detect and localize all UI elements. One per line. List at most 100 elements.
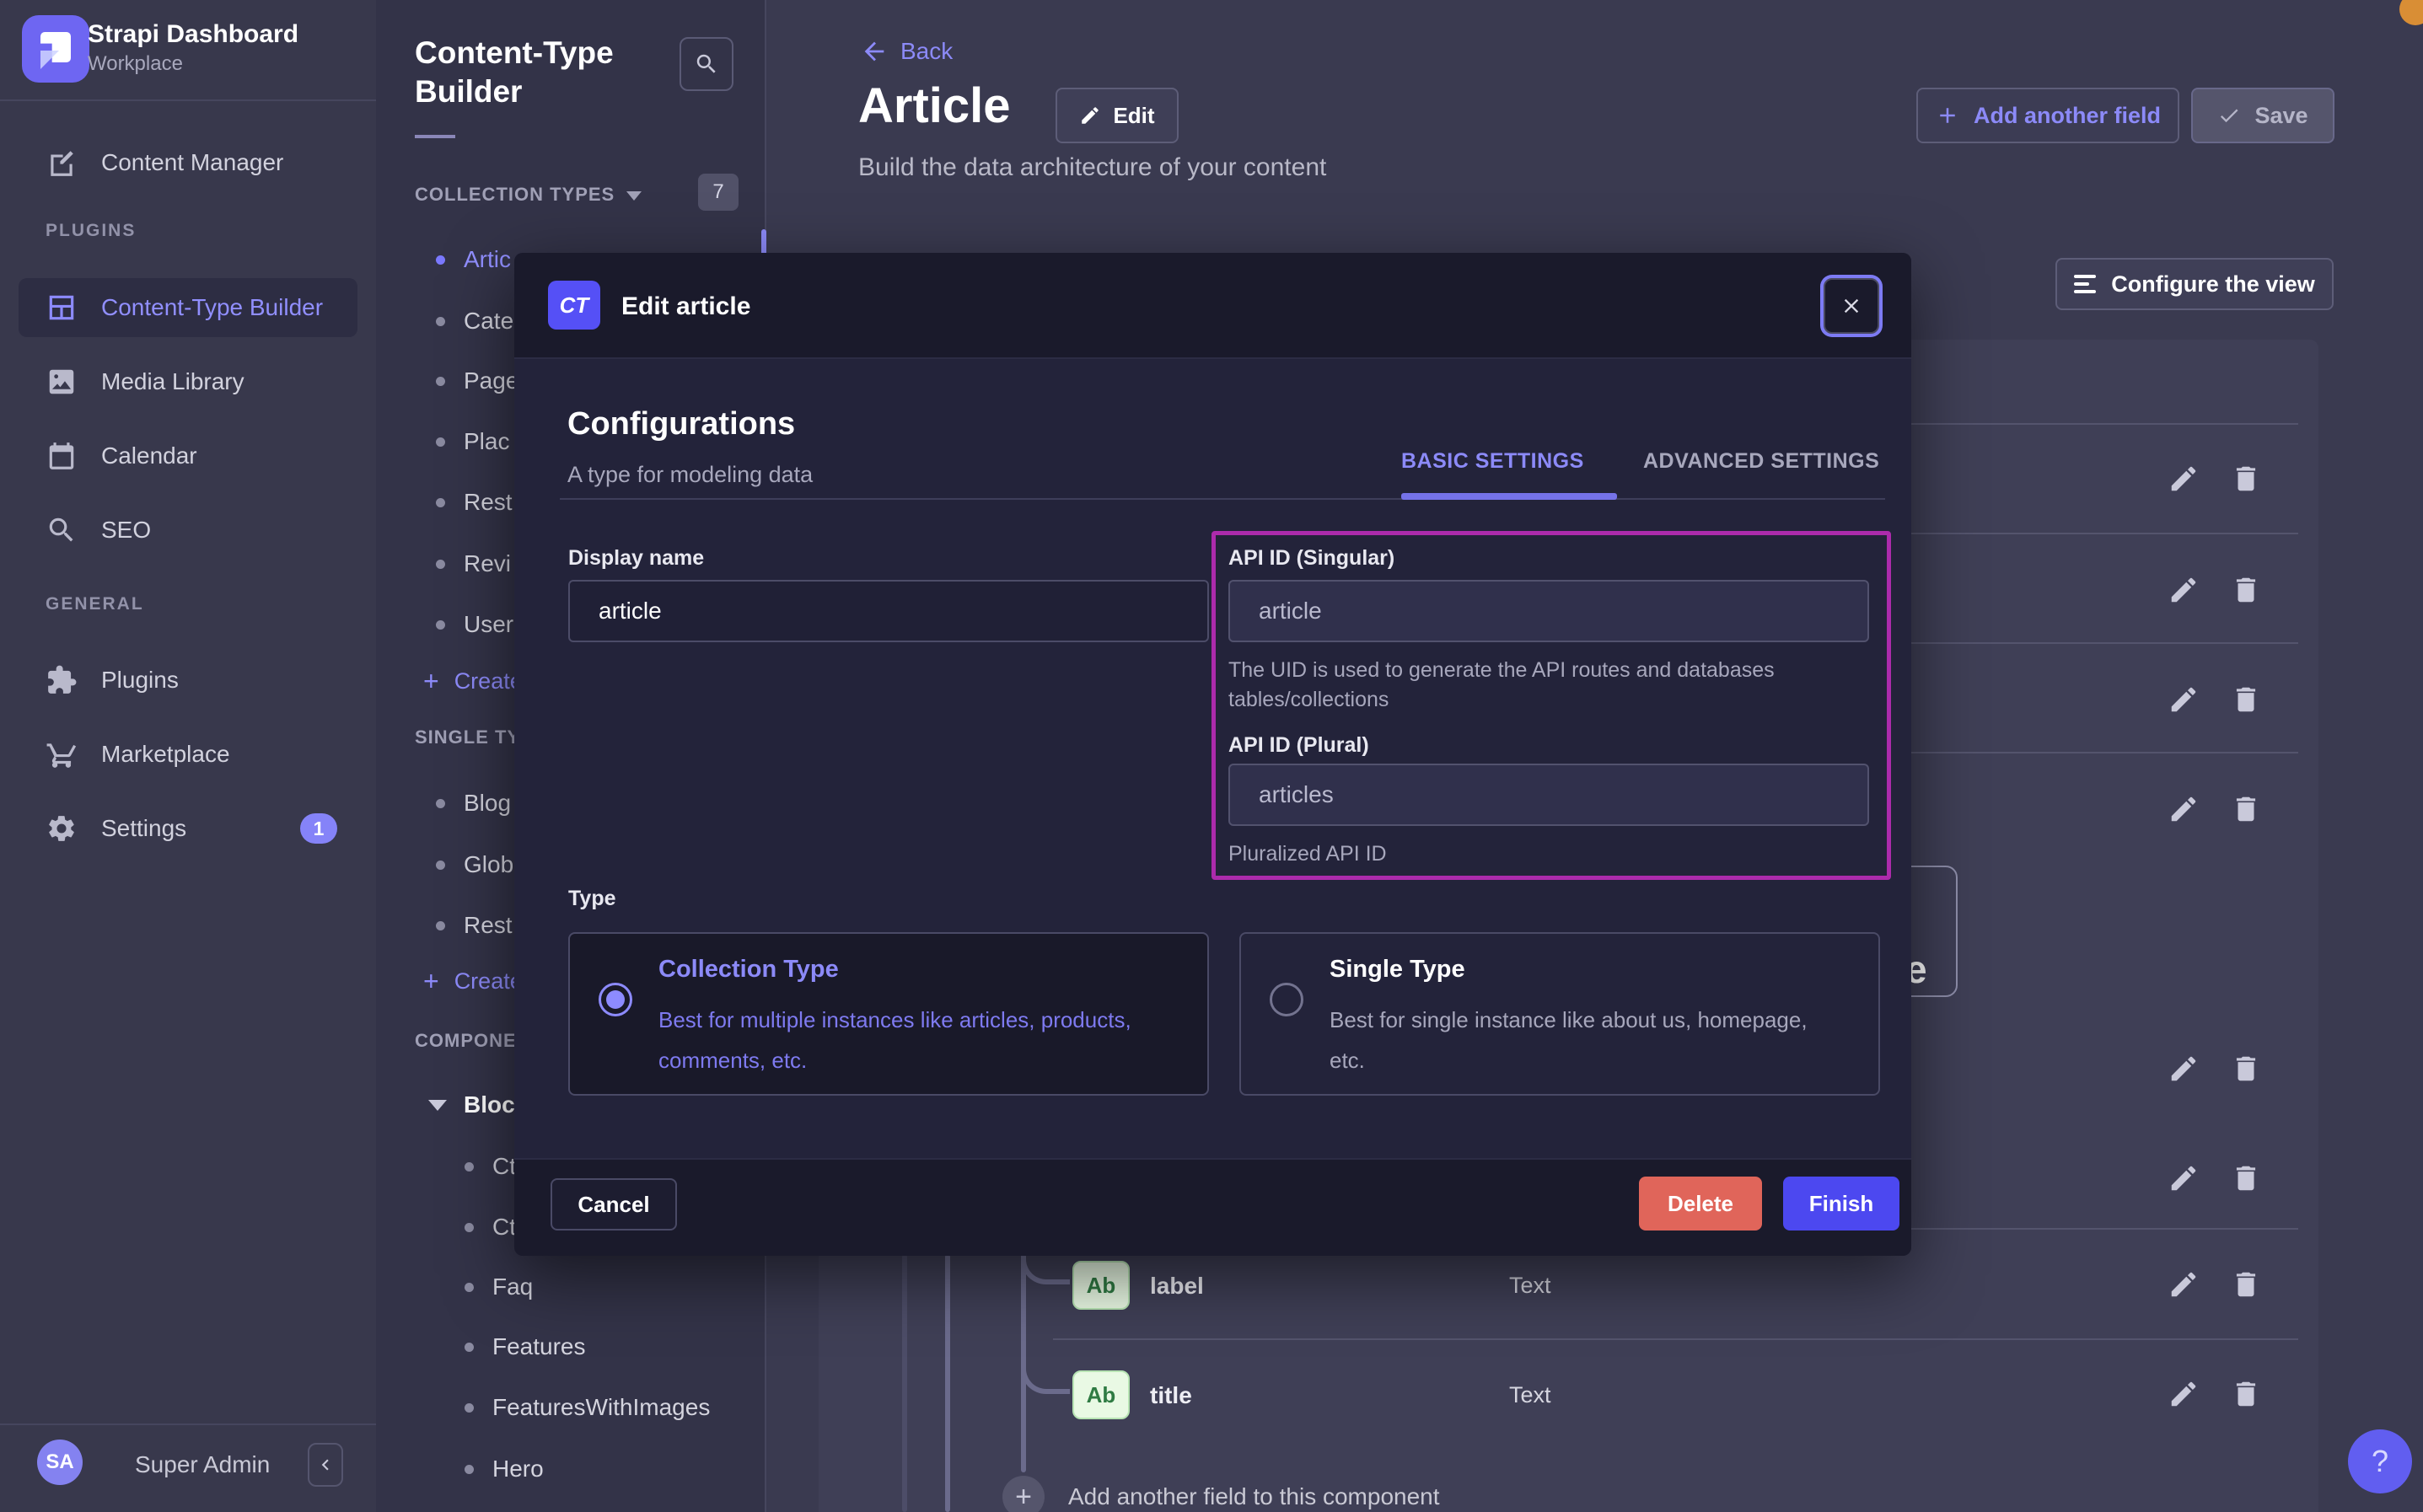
delete-field-button[interactable] xyxy=(2229,462,2263,496)
close-icon xyxy=(1840,294,1863,318)
api-id-singular-label: API ID (Singular) xyxy=(1228,546,1394,571)
single-type-title: Single Type xyxy=(1330,956,1465,984)
delete-field-button[interactable] xyxy=(2229,573,2263,607)
finish-button[interactable]: Finish xyxy=(1783,1177,1899,1231)
puzzle-icon xyxy=(46,664,78,696)
configurations-heading: Configurations xyxy=(567,406,795,442)
edit-field-button[interactable] xyxy=(2167,462,2200,496)
delete-field-button[interactable] xyxy=(2229,1268,2263,1301)
edit-field-button[interactable] xyxy=(2167,1377,2200,1411)
tab-basic-settings[interactable]: BASIC SETTINGS xyxy=(1401,449,1584,474)
bullet-icon xyxy=(436,255,445,265)
media-icon xyxy=(46,366,78,398)
sidebar-item-content-type-builder[interactable]: Content-Type Builder xyxy=(19,278,357,337)
bullet-icon xyxy=(436,560,445,569)
hamburger-icon xyxy=(2074,275,2096,293)
cancel-button[interactable]: Cancel xyxy=(551,1178,677,1231)
grid-icon xyxy=(46,292,78,324)
tree-line xyxy=(902,1254,907,1512)
bullet-icon xyxy=(436,377,445,386)
avatar[interactable]: SA xyxy=(37,1440,83,1485)
sidebar-item-marketplace[interactable]: Marketplace xyxy=(0,725,376,784)
sidebar-item-calendar[interactable]: Calendar xyxy=(0,426,376,485)
delete-field-button[interactable] xyxy=(2229,1052,2263,1086)
single-types-header[interactable]: SINGLE TY xyxy=(415,727,520,748)
delete-button[interactable]: Delete xyxy=(1639,1177,1762,1231)
edit-field-button[interactable] xyxy=(2167,792,2200,826)
sidebar-item-settings[interactable]: Settings 1 xyxy=(0,799,376,858)
delete-field-button[interactable] xyxy=(2229,1377,2263,1411)
save-button[interactable]: Save xyxy=(2191,88,2334,143)
pencil-icon xyxy=(2168,1268,2200,1300)
trash-icon xyxy=(2230,1053,2262,1085)
bullet-icon xyxy=(436,921,445,930)
compose-icon xyxy=(46,147,78,179)
field-type: Text xyxy=(1509,1273,1551,1299)
display-name-label: Display name xyxy=(568,546,704,571)
collection-types-header[interactable]: COLLECTION TYPES xyxy=(415,184,642,206)
display-name-input[interactable] xyxy=(568,580,1209,642)
back-link[interactable]: Back xyxy=(860,37,953,66)
field-name: label xyxy=(1150,1273,1204,1300)
bullet-icon xyxy=(465,1162,474,1172)
component-item[interactable]: FeaturesWithImages xyxy=(376,1377,766,1438)
content-type-badge: CT xyxy=(548,281,600,330)
search-button[interactable] xyxy=(680,37,733,91)
delete-field-button[interactable] xyxy=(2229,792,2263,826)
edit-field-button[interactable] xyxy=(2167,573,2200,607)
recording-indicator-dot xyxy=(2399,0,2423,25)
edit-field-button[interactable] xyxy=(2167,1268,2200,1301)
modal-header: CT Edit article xyxy=(514,253,1911,359)
add-another-field-button[interactable]: Add another field xyxy=(1916,88,2179,143)
configure-view-button[interactable]: Configure the view xyxy=(2055,258,2334,310)
components-header[interactable]: COMPONE xyxy=(415,1030,517,1052)
divider xyxy=(415,135,455,138)
pencil-icon xyxy=(2168,1378,2200,1410)
api-id-singular-input[interactable] xyxy=(1228,580,1869,642)
api-id-plural-input[interactable] xyxy=(1228,764,1869,826)
sidebar-item-plugins[interactable]: Plugins xyxy=(0,651,376,710)
component-item[interactable]: Features xyxy=(376,1316,766,1377)
row-actions xyxy=(2167,462,2263,496)
delete-field-button[interactable] xyxy=(2229,1161,2263,1195)
component-item[interactable]: Hero xyxy=(376,1439,766,1499)
user-name: Super Admin xyxy=(135,1451,270,1478)
sidebar-item-media-library[interactable]: Media Library xyxy=(0,352,376,411)
delete-field-button[interactable] xyxy=(2229,683,2263,716)
help-button[interactable]: ? xyxy=(2348,1429,2412,1493)
collection-type-title: Collection Type xyxy=(658,956,839,984)
component-item[interactable]: Faq xyxy=(376,1257,766,1317)
pencil-icon xyxy=(2168,463,2200,495)
caret-down-icon xyxy=(428,1100,447,1111)
sidebar-item-seo[interactable]: SEO xyxy=(0,501,376,560)
collapse-sidebar-button[interactable] xyxy=(308,1443,343,1487)
single-type-card[interactable]: Single Type Best for single instance lik… xyxy=(1239,932,1880,1096)
strapi-logo[interactable] xyxy=(22,15,89,83)
modal-title: Edit article xyxy=(621,292,750,321)
bullet-icon xyxy=(465,1223,474,1232)
close-button[interactable] xyxy=(1824,278,1879,334)
collection-type-card[interactable]: Collection Type Best for multiple instan… xyxy=(568,932,1209,1096)
pencil-icon xyxy=(2168,574,2200,606)
radio-selected-icon[interactable] xyxy=(599,983,632,1016)
gear-icon xyxy=(46,812,78,844)
row-actions xyxy=(2167,1052,2263,1086)
edit-button[interactable]: Edit xyxy=(1056,88,1179,143)
single-type-description: Best for single instance like about us, … xyxy=(1330,1000,1819,1080)
edit-field-button[interactable] xyxy=(2167,1052,2200,1086)
api-id-plural-label: API ID (Plural) xyxy=(1228,733,1369,758)
sidebar-section-plugins: PLUGINS xyxy=(46,221,136,241)
tab-advanced-settings[interactable]: ADVANCED SETTINGS xyxy=(1643,449,1879,474)
field-name: title xyxy=(1150,1382,1192,1409)
bullet-icon xyxy=(436,861,445,870)
edit-field-button[interactable] xyxy=(2167,1161,2200,1195)
add-component-field-label[interactable]: Add another field to this component xyxy=(1068,1483,1440,1510)
radio-unselected-icon[interactable] xyxy=(1270,983,1303,1016)
page-title: Article xyxy=(858,78,1011,134)
edit-field-button[interactable] xyxy=(2167,683,2200,716)
arrow-left-icon xyxy=(860,37,889,66)
bullet-icon xyxy=(436,498,445,507)
add-component-field-button[interactable]: + xyxy=(1002,1476,1045,1512)
sidebar-item-content-manager[interactable]: Content Manager xyxy=(0,133,376,192)
sidebar-section-general: GENERAL xyxy=(46,594,144,614)
